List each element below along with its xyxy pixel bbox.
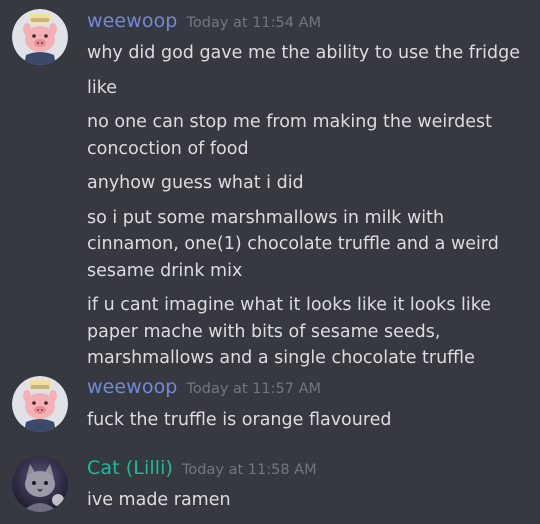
message-body: ive made ramen bbox=[87, 487, 527, 522]
message-header: weewoop Today at 11:57 AM bbox=[87, 376, 321, 398]
message-line: ive made ramen bbox=[87, 490, 231, 510]
username[interactable]: weewoop bbox=[87, 10, 177, 32]
message-line: so i put some marshmallows in milk with … bbox=[87, 207, 499, 281]
message-body: fuck the truffle is orange flavoured bbox=[87, 407, 527, 442]
message-header: Cat (Lilli) Today at 11:58 AM bbox=[87, 457, 317, 479]
message-line: anyhow guess what i did bbox=[87, 173, 304, 193]
message-line: no one can stop me from making the weird… bbox=[87, 112, 493, 159]
cat-avatar-icon[interactable] bbox=[12, 456, 68, 512]
username[interactable]: Cat (Lilli) bbox=[87, 457, 173, 479]
pig-avatar-icon[interactable] bbox=[12, 376, 68, 432]
message-line: fuck the truffle is orange flavoured bbox=[87, 410, 392, 430]
pig-avatar-icon[interactable] bbox=[12, 9, 68, 65]
username[interactable]: weewoop bbox=[87, 376, 177, 398]
message-header: weewoop Today at 11:54 AM bbox=[87, 10, 321, 32]
message-body: why did god gave me the ability to use t… bbox=[87, 40, 527, 380]
timestamp: Today at 11:57 AM bbox=[186, 381, 322, 397]
message-line: if u cant imagine what it looks like it … bbox=[87, 295, 491, 368]
message-line: like bbox=[87, 77, 118, 98]
message-line: why did god gave me the ability to use t… bbox=[87, 43, 520, 63]
timestamp: Today at 11:54 AM bbox=[186, 15, 322, 31]
timestamp: Today at 11:58 AM bbox=[182, 462, 317, 478]
